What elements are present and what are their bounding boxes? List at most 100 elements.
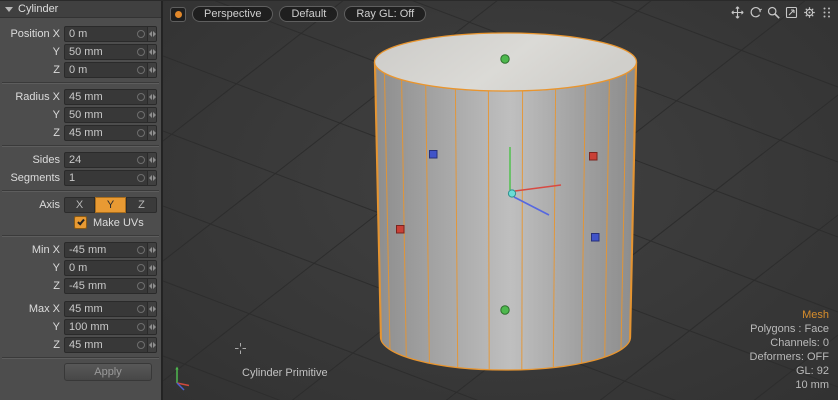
radius-y-field[interactable]: [64, 107, 157, 123]
mini-slider-icon[interactable]: [147, 171, 156, 185]
mini-dial-icon[interactable]: [137, 305, 145, 313]
make-uvs-label: Make UVs: [93, 217, 144, 229]
max-z-field[interactable]: [64, 337, 157, 353]
make-uvs-checkbox[interactable]: [74, 216, 87, 229]
field-label: Z: [4, 64, 60, 76]
handle-z-pos[interactable]: [592, 234, 600, 242]
group-separator: [2, 82, 159, 84]
mini-dial-icon[interactable]: [137, 282, 145, 290]
mini-dial-icon[interactable]: [137, 111, 145, 119]
sides-input[interactable]: [65, 153, 137, 167]
max-x-input[interactable]: [65, 302, 137, 316]
mini-slider-icon[interactable]: [147, 27, 156, 41]
shading-style-dropdown[interactable]: Default: [279, 6, 338, 22]
mini-slider-icon[interactable]: [147, 302, 156, 316]
max-x-field[interactable]: [64, 301, 157, 317]
status-grid-size: 10 mm: [750, 378, 829, 392]
radius-y-input[interactable]: [65, 108, 137, 122]
min-x-input[interactable]: [65, 243, 137, 257]
min-x-field[interactable]: [64, 242, 157, 258]
mini-dial-icon[interactable]: [137, 93, 145, 101]
apply-button[interactable]: Apply: [64, 363, 152, 381]
scene-canvas[interactable]: [163, 1, 838, 400]
mini-slider-icon[interactable]: [147, 153, 156, 167]
radius-z-field[interactable]: [64, 125, 157, 141]
mini-dial-icon[interactable]: [137, 66, 145, 74]
segments-input[interactable]: [65, 171, 137, 185]
axis-y-button[interactable]: Y: [95, 197, 126, 213]
handle-x-neg[interactable]: [397, 226, 405, 234]
rotate-icon[interactable]: [749, 6, 762, 19]
min-y-field[interactable]: [64, 260, 157, 276]
position-y-input[interactable]: [65, 45, 137, 59]
max-y-field[interactable]: [64, 319, 157, 335]
mini-slider-icon[interactable]: [147, 261, 156, 275]
mini-dial-icon[interactable]: [137, 129, 145, 137]
handle-z-neg[interactable]: [430, 151, 438, 159]
mini-slider-icon[interactable]: [147, 243, 156, 257]
mini-dial-icon[interactable]: [137, 341, 145, 349]
panel-header[interactable]: Cylinder: [0, 1, 161, 18]
radius-x-input[interactable]: [65, 90, 137, 104]
radius-x-field[interactable]: [64, 89, 157, 105]
field-row: Sides: [4, 151, 157, 168]
collapse-arrow-icon[interactable]: [5, 7, 13, 12]
settings-gear-icon[interactable]: [803, 6, 816, 19]
field-row: Y: [4, 43, 157, 60]
mini-dial-icon[interactable]: [137, 174, 145, 182]
mini-slider-icon[interactable]: [147, 90, 156, 104]
min-z-input[interactable]: [65, 279, 137, 293]
position-x-field[interactable]: [64, 26, 157, 42]
active-tool-label: Cylinder Primitive: [242, 367, 328, 379]
field-row: Radius X: [4, 88, 157, 105]
segments-field[interactable]: [64, 170, 157, 186]
crosshair-cursor-icon: [235, 343, 246, 354]
min-y-input[interactable]: [65, 261, 137, 275]
mini-slider-icon[interactable]: [147, 279, 156, 293]
viewport-3d[interactable]: Perspective Default Ray GL: Off: [163, 1, 838, 400]
mini-dial-icon[interactable]: [137, 30, 145, 38]
mini-slider-icon[interactable]: [147, 45, 156, 59]
mini-dial-icon[interactable]: [137, 246, 145, 254]
mini-dial-icon[interactable]: [137, 48, 145, 56]
field-row: Z: [4, 61, 157, 78]
group-separator: [2, 190, 159, 192]
position-z-field[interactable]: [64, 62, 157, 78]
handle-y-top[interactable]: [501, 55, 509, 63]
max-z-input[interactable]: [65, 338, 137, 352]
maximize-icon[interactable]: [785, 6, 798, 19]
handle-y-bottom[interactable]: [501, 306, 509, 314]
axis-z-button[interactable]: Z: [126, 197, 157, 213]
raygl-dropdown[interactable]: Ray GL: Off: [344, 6, 426, 22]
sides-field[interactable]: [64, 152, 157, 168]
mini-slider-icon[interactable]: [147, 108, 156, 122]
cylinder-body[interactable]: [375, 62, 637, 370]
axis-x-button[interactable]: X: [64, 197, 95, 213]
mini-dial-icon[interactable]: [137, 323, 145, 331]
handle-x-pos[interactable]: [590, 153, 598, 161]
move-icon[interactable]: [731, 6, 744, 19]
mini-slider-icon[interactable]: [147, 63, 156, 77]
status-gl: GL: 92: [750, 364, 829, 378]
max-y-input[interactable]: [65, 320, 137, 334]
viewport-menu-button[interactable]: [170, 7, 186, 22]
mini-dial-icon[interactable]: [137, 264, 145, 272]
field-row: Segments: [4, 169, 157, 186]
mini-slider-icon[interactable]: [147, 126, 156, 140]
zoom-icon[interactable]: [767, 6, 780, 19]
perspective-dropdown[interactable]: Perspective: [192, 6, 273, 22]
radius-z-input[interactable]: [65, 126, 137, 140]
min-z-field[interactable]: [64, 278, 157, 294]
status-polygons: Polygons : Face: [750, 322, 829, 336]
position-x-input[interactable]: [65, 27, 137, 41]
mini-slider-icon[interactable]: [147, 338, 156, 352]
cylinder-mesh[interactable]: [375, 33, 637, 370]
tool-origin-handle[interactable]: [508, 190, 515, 197]
mini-slider-icon[interactable]: [147, 320, 156, 334]
position-y-field[interactable]: [64, 44, 157, 60]
grip-dots-icon[interactable]: [821, 6, 832, 19]
position-z-input[interactable]: [65, 63, 137, 77]
field-row: Min X: [4, 241, 157, 258]
field-label: Radius X: [4, 91, 60, 103]
mini-dial-icon[interactable]: [137, 156, 145, 164]
